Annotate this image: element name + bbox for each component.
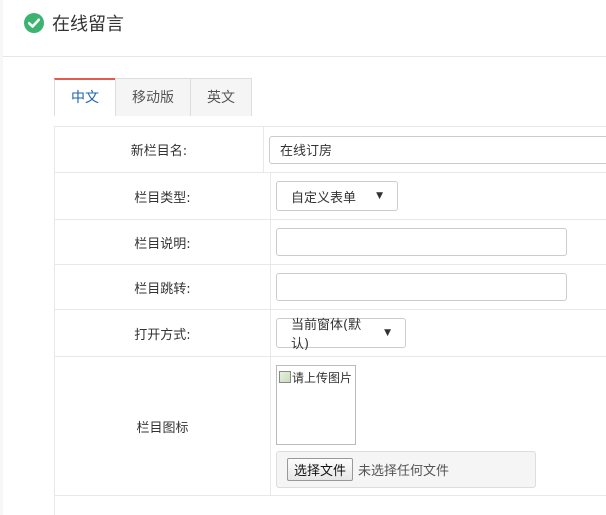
form-row-next [55,496,606,515]
image-alt-text: 请上传图片 [292,370,353,385]
desc-value-cell [271,220,606,264]
open-mode-selected: 当前窗体(默认) [291,318,362,352]
file-status: 未选择任何文件 [358,463,450,479]
jump-label: 栏目跳转: [55,265,271,309]
check-circle-icon [24,13,44,33]
form-row-open: 打开方式: 当前窗体(默认) ▼ [55,310,606,357]
form-row-desc: 栏目说明: [55,220,606,265]
page-header: 在线留言 [3,0,606,57]
tab-english[interactable]: 英文 [190,78,252,116]
content-panel: 在线留言 中文 移动版 英文 新栏目名: 栏目类型: 自定义表单 ▼ [3,0,606,515]
open-mode-select[interactable]: 当前窗体(默认) ▼ [276,318,406,352]
type-label: 栏目类型: [55,173,271,219]
icon-preview: 请上传图片 [276,364,356,445]
form-row-jump: 栏目跳转: [55,265,606,310]
name-label: 新栏目名: [55,127,264,172]
type-value-cell: 自定义表单 ▼ [271,173,606,219]
column-form: 新栏目名: 栏目类型: 自定义表单 ▼ 栏目说明: [54,126,606,515]
column-desc-input[interactable] [276,228,567,256]
icon-value-cell: 请上传图片 选择文件 未选择任何文件 [271,357,606,495]
caret-down-icon: ▼ [376,191,383,201]
open-label: 打开方式: [55,310,271,356]
tab-chinese[interactable]: 中文 [54,78,116,116]
page-title: 在线留言 [52,14,124,35]
choose-file-button[interactable]: 选择文件 [287,457,354,481]
column-jump-input[interactable] [276,273,567,301]
icon-label: 栏目图标 [55,357,271,495]
name-value-cell [264,127,606,172]
form-row-type: 栏目类型: 自定义表单 ▼ [55,173,606,220]
column-name-input[interactable] [269,135,606,164]
desc-label: 栏目说明: [55,220,271,264]
page-background: 在线留言 中文 移动版 英文 新栏目名: 栏目类型: 自定义表单 ▼ [0,0,606,515]
language-tabs: 中文 移动版 英文 [54,78,252,116]
file-picker: 选择文件 未选择任何文件 [276,450,536,488]
form-row-name: 新栏目名: [55,127,606,173]
image-placeholder: 请上传图片 [279,369,352,386]
tab-mobile[interactable]: 移动版 [115,78,191,116]
column-type-selected: 自定义表单 [291,190,357,206]
caret-down-icon: ▼ [384,328,391,338]
form-row-icon: 栏目图标 请上传图片 选择文件 未选择任何文件 [55,357,606,496]
next-row-cell [55,496,271,515]
broken-image-icon [279,371,291,383]
open-value-cell: 当前窗体(默认) ▼ [271,310,606,356]
jump-value-cell [271,265,606,309]
column-type-select[interactable]: 自定义表单 ▼ [276,181,398,211]
